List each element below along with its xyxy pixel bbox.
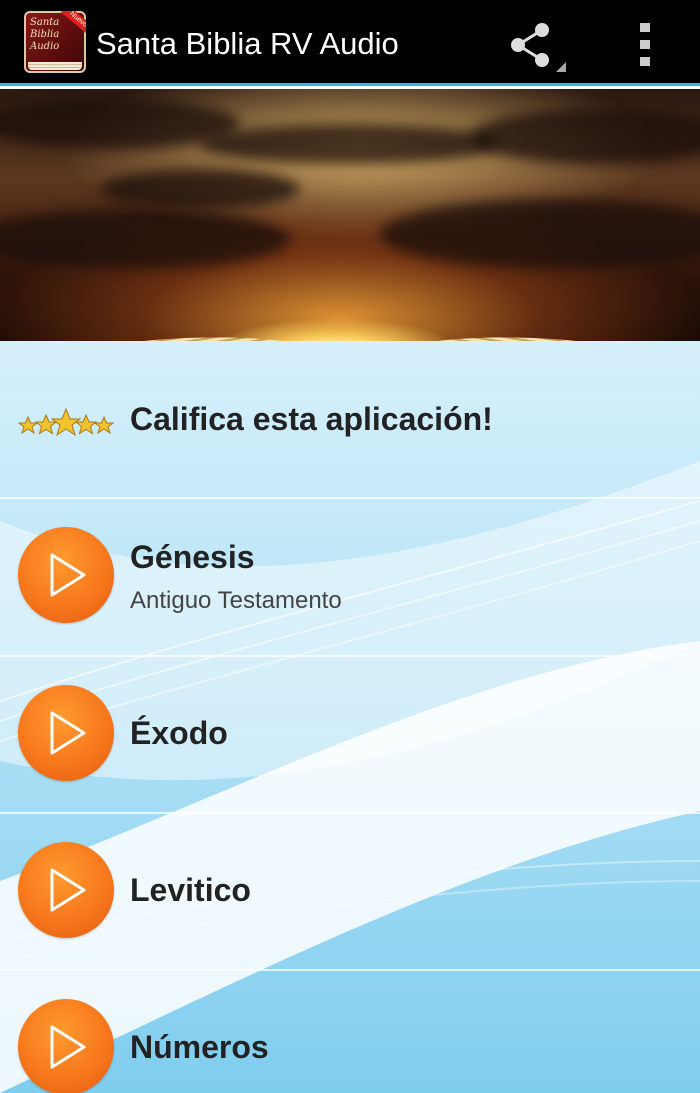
- rate-app-label: Califica esta aplicación!: [130, 401, 493, 437]
- play-triangle-icon: [50, 868, 86, 912]
- app-title: Santa Biblia RV Audio: [96, 26, 399, 61]
- overflow-menu-icon: [640, 23, 650, 66]
- book-title: Levitico: [130, 872, 251, 908]
- list-item-levitico[interactable]: Levitico: [0, 814, 700, 971]
- share-icon: [511, 23, 566, 72]
- play-icon[interactable]: [18, 685, 114, 781]
- book-title: Números: [130, 1029, 269, 1065]
- banner-cloud: [200, 124, 500, 164]
- banner-cloud: [380, 199, 700, 269]
- play-triangle-icon: [50, 711, 86, 755]
- app-logo-label: Santa Biblia Audio: [30, 17, 60, 52]
- book-title: Éxodo: [130, 715, 228, 751]
- rate-app-row[interactable]: Califica esta aplicación!: [0, 341, 700, 499]
- banner-cloud: [100, 169, 300, 209]
- action-bar: Santa Biblia Audio Nuevo Santa Biblia RV…: [0, 0, 700, 86]
- play-icon[interactable]: [18, 999, 114, 1093]
- book-title: Génesis: [130, 539, 255, 575]
- list-item-genesis[interactable]: Génesis Antiguo Testamento: [0, 499, 700, 657]
- open-book-left-pages: [0, 324, 384, 341]
- list-item-exodo[interactable]: Éxodo: [0, 657, 700, 814]
- book-subtitle: Antiguo Testamento: [130, 587, 342, 614]
- book-list: Califica esta aplicación! Génesis Antigu…: [0, 341, 700, 1093]
- play-triangle-icon: [50, 1025, 86, 1069]
- bible-sunrise-banner: [0, 89, 700, 341]
- overflow-menu-button[interactable]: [620, 14, 670, 76]
- play-icon[interactable]: [18, 842, 114, 938]
- action-bar-accent-line: [0, 83, 700, 86]
- share-button[interactable]: [500, 14, 570, 76]
- play-icon[interactable]: [18, 527, 114, 623]
- banner-cloud: [470, 109, 700, 164]
- book-pages: [28, 62, 82, 70]
- app-logo-icon[interactable]: Santa Biblia Audio Nuevo: [24, 11, 86, 73]
- list-item-numeros[interactable]: Números: [0, 971, 700, 1093]
- banner-cloud: [0, 209, 290, 269]
- five-stars-icon: [18, 407, 114, 437]
- open-book-right-pages: [336, 324, 700, 341]
- play-triangle-icon: [50, 553, 86, 597]
